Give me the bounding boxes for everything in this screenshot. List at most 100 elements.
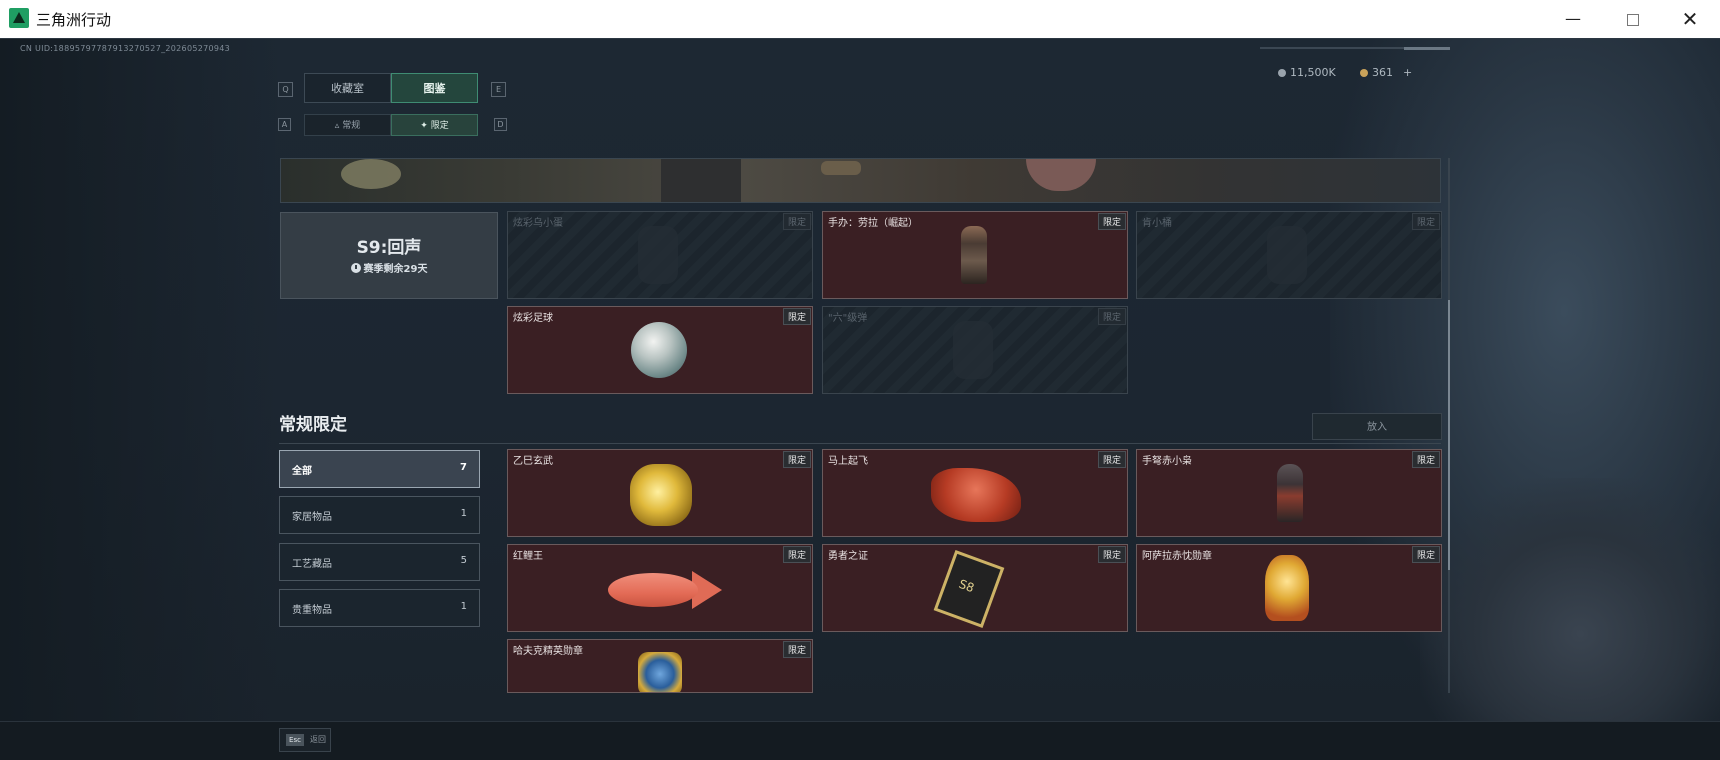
season-remaining-text: 赛季剩余29天 [363, 264, 428, 275]
collection-item-card[interactable]: S8 勇者之证 限定 [822, 544, 1128, 632]
item-name: 阿萨拉赤忱勋章 [1142, 551, 1212, 562]
limited-badge: 限定 [1097, 451, 1126, 468]
limited-badge: 限定 [782, 641, 811, 658]
season-item-card[interactable]: "六"级弹 限定 [822, 306, 1128, 394]
add-currency-button[interactable]: + [1403, 66, 1412, 79]
clock-icon [350, 263, 361, 273]
currency-tickets: 361 [1360, 66, 1393, 79]
limited-badge: 限定 [782, 213, 811, 230]
subtab-regular-label: 常规 [342, 121, 361, 131]
window-title: 三角洲行动 [36, 11, 112, 29]
coin-icon [1278, 69, 1286, 77]
tickets-value: 361 [1372, 66, 1393, 79]
subtab-regular[interactable]: ▵ 常规 [304, 114, 391, 136]
category-all[interactable]: 全部 7 [279, 450, 480, 488]
category-label: 贵重物品 [292, 605, 332, 616]
limited-badge: 限定 [1097, 308, 1126, 325]
tab-catalog[interactable]: 图鉴 [391, 73, 478, 103]
section-title: 常规限定 [279, 415, 347, 435]
category-count: 1 [460, 601, 467, 612]
season-banner [280, 158, 1441, 203]
item-name: 炫彩乌小蛋 [513, 218, 563, 229]
put-in-button[interactable]: 放入 [1312, 413, 1442, 440]
collection-item-card[interactable]: 乙巳玄武 限定 [507, 449, 813, 537]
medal-icon [1265, 555, 1309, 621]
minimize-button[interactable]: — [1551, 6, 1595, 32]
limited-badge: 限定 [1411, 546, 1440, 563]
limited-badge: 限定 [1097, 546, 1126, 563]
card-icon: S8 [933, 550, 1005, 628]
banner-art [821, 161, 861, 175]
category-count: 5 [460, 555, 467, 566]
close-button[interactable]: ✕ [1668, 6, 1712, 32]
horse-icon [931, 468, 1021, 522]
tortoise-icon [630, 464, 692, 526]
item-name: "六"级弹 [828, 313, 868, 324]
collection-item-card[interactable]: 马上起飞 限定 [822, 449, 1128, 537]
maximize-icon [1627, 14, 1639, 26]
figure-icon [961, 226, 987, 284]
collection-item-card[interactable]: 手弩赤小枭 限定 [1136, 449, 1442, 537]
currency-coins: 11,500K [1278, 66, 1336, 79]
season-title: S9:回声 [356, 238, 422, 258]
figure-icon [1277, 464, 1303, 522]
limited-badge: 限定 [782, 451, 811, 468]
carp-body [608, 573, 698, 607]
divider [279, 443, 1441, 444]
uid-label: CN UID:188957977879132705​27_20260527094… [20, 44, 231, 53]
collection-item-card[interactable]: 红鲤王 限定 [507, 544, 813, 632]
ball-icon [631, 322, 687, 378]
banner-art [661, 159, 741, 202]
collection-item-card[interactable]: 阿萨拉赤忱勋章 限定 [1136, 544, 1442, 632]
window-titlebar: 三角洲行动 — ✕ [0, 0, 1720, 39]
background-shade [0, 38, 280, 721]
carp-icon [598, 565, 728, 615]
category-count: 1 [460, 508, 467, 519]
tab-collection-room[interactable]: 收藏室 [304, 73, 391, 103]
limited-badge: 限定 [1411, 451, 1440, 468]
banner-art [341, 159, 401, 189]
season-item-card[interactable]: 炫彩足球 限定 [507, 306, 813, 394]
top-indicator-active [1404, 47, 1450, 50]
category-count: 7 [460, 462, 467, 473]
card-mark: S8 [956, 576, 977, 596]
item-name: 哈夫克精英勋章 [513, 646, 583, 657]
divider [0, 38, 1720, 39]
subtab-limited-label: 限定 [430, 121, 449, 131]
ghost-icon [1267, 226, 1307, 284]
limited-badge: 限定 [1411, 213, 1440, 230]
item-name: 马上起飞 [828, 456, 868, 467]
category-label: 家居物品 [292, 512, 332, 523]
item-name: 手弩赤小枭 [1142, 456, 1192, 467]
season-item-card[interactable]: 炫彩乌小蛋 限定 [507, 211, 813, 299]
season-item-card[interactable]: 手办：劳拉（崛起） 限定 [822, 211, 1128, 299]
back-button[interactable]: Esc 返回 [279, 728, 331, 752]
item-name: 勇者之证 [828, 551, 868, 562]
key-hint-d: D [494, 118, 507, 131]
category-crafts[interactable]: 工艺藏品 5 [279, 543, 480, 581]
esc-key-icon: Esc [286, 734, 304, 746]
key-hint-a: A [278, 118, 291, 131]
category-valuables[interactable]: 贵重物品 1 [279, 589, 480, 627]
footer-bar [0, 721, 1720, 760]
item-name: 炫彩足球 [513, 313, 553, 324]
season-item-card[interactable]: 肯小桶 限定 [1136, 211, 1442, 299]
maximize-button[interactable] [1611, 6, 1655, 32]
category-home[interactable]: 家居物品 1 [279, 496, 480, 534]
season-panel: S9:回声 赛季剩余29天 [280, 212, 498, 299]
coins-value: 11,500K [1290, 66, 1336, 79]
subtab-limited[interactable]: ✦ 限定 [391, 114, 478, 136]
collection-item-card[interactable]: 哈夫克精英勋章 限定 [507, 639, 813, 693]
item-name: 乙巳玄武 [513, 456, 553, 467]
medal-icon [638, 652, 682, 692]
back-label: 返回 [310, 735, 326, 744]
banner-art [1026, 159, 1096, 191]
item-name: 红鲤王 [513, 551, 543, 562]
key-hint-q: Q [278, 82, 293, 97]
scrollbar-thumb[interactable] [1448, 300, 1450, 570]
ghost-icon [638, 226, 678, 284]
item-name: 肯小桶 [1142, 218, 1172, 229]
ticket-icon [1360, 69, 1368, 77]
background-rocks [1420, 478, 1720, 721]
ghost-icon [953, 321, 993, 379]
